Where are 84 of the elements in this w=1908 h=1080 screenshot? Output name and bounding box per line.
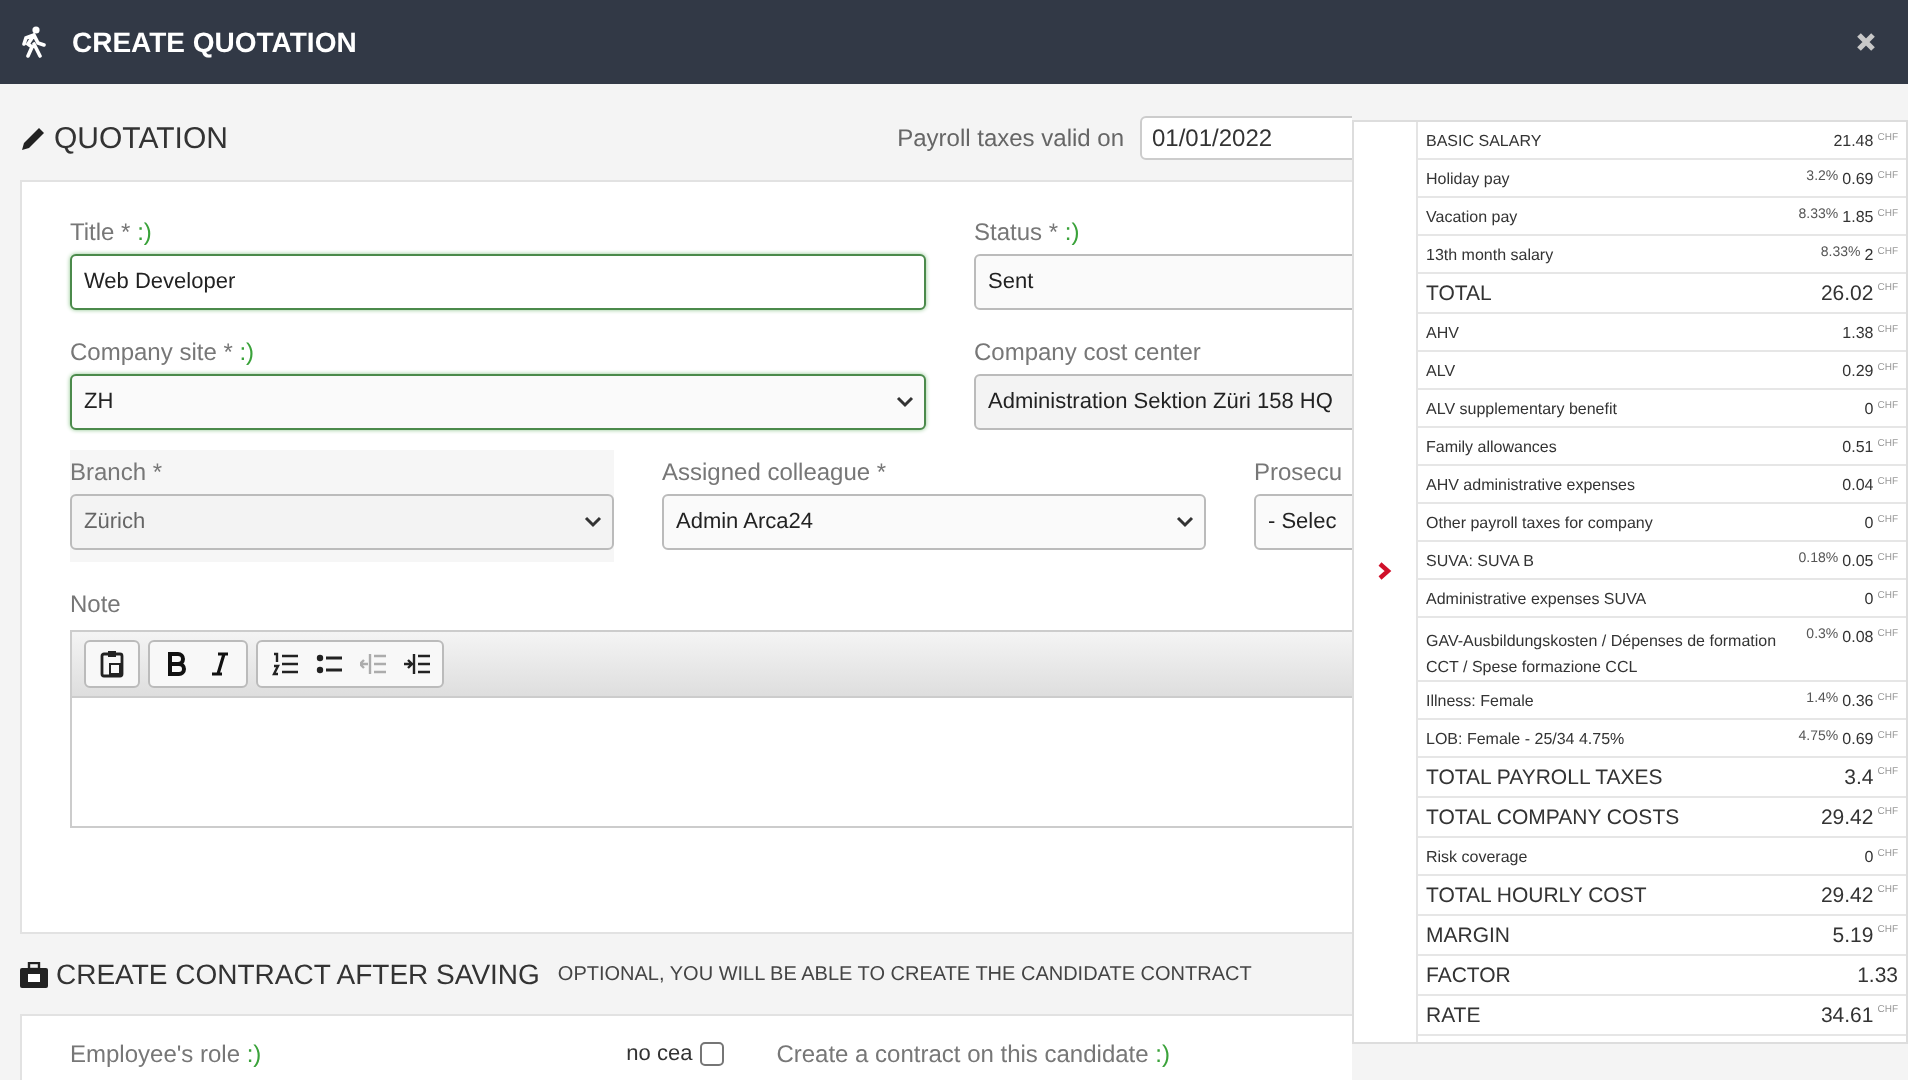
cost-label: Other payroll taxes for company: [1426, 514, 1655, 532]
briefcase-icon: [20, 961, 48, 987]
cost-value: 0: [1864, 848, 1874, 866]
cost-value: 2: [1864, 246, 1874, 264]
bullet-list-icon: [315, 652, 341, 676]
select-field[interactable]: Sent: [974, 254, 1352, 310]
cost-value: 0.69: [1842, 170, 1874, 188]
cost-label: SUVA: SUVA B: [1426, 552, 1536, 570]
cost-value: 0.36: [1842, 692, 1874, 710]
chevron-down-icon: [584, 516, 602, 528]
chevron-down-icon: [896, 396, 914, 408]
cost-label: ALV: [1426, 362, 1458, 380]
field-label: Note: [70, 590, 121, 618]
section-title: QUOTATION: [54, 121, 228, 155]
paste-icon: [100, 650, 124, 678]
cost-value: 26.02: [1820, 282, 1874, 306]
cost-label: AHV: [1426, 324, 1461, 342]
bold-icon: [166, 652, 186, 676]
outdent-icon: [359, 652, 385, 676]
cost-label: LOB: Female - 25/34 4.75%: [1426, 730, 1627, 748]
field-label: Create a contract on this candidate :): [776, 1040, 1170, 1068]
cost-value: 0.04: [1842, 476, 1874, 494]
payroll-date-label: Payroll taxes valid on: [897, 124, 1124, 152]
select-field[interactable]: ZH: [70, 374, 926, 430]
section-subtitle: OPTIONAL, YOU WILL BE ABLE TO CREATE THE CANDIDATE CONTRACT: [557, 963, 1252, 985]
cost-value: 29.42: [1820, 884, 1874, 908]
italic-icon: [210, 652, 230, 676]
cost-value: 0: [1864, 514, 1874, 532]
select-field[interactable]: Admin Arca24: [662, 494, 1206, 550]
field-label: Company site * :): [70, 338, 257, 366]
cost-label: RATE: [1426, 1004, 1483, 1028]
cost-label: GAV-Ausbildungskosten / Dépenses de formation CCT / Spese formazione CCL: [1426, 630, 1779, 680]
chevron-right-icon[interactable]: [1378, 562, 1392, 580]
checkbox[interactable]: [700, 1042, 725, 1066]
field-label: Status * :): [974, 218, 1082, 246]
field-label: Branch *: [70, 458, 165, 486]
cost-value: 0: [1864, 590, 1874, 608]
pencil-icon: [20, 125, 46, 151]
field-label: Assigned colleague *: [662, 458, 889, 486]
cost-label: BASIC SALARY: [1426, 132, 1544, 150]
indent-icon: [403, 652, 429, 676]
cost-value: 34.61: [1820, 1004, 1874, 1028]
cost-value: 5.19: [1832, 924, 1874, 948]
cost-label: TOTAL COMPANY COSTS: [1426, 806, 1682, 830]
cost-value: 0.08: [1842, 628, 1874, 646]
field-label: Title * :): [70, 218, 154, 246]
cost-label: TOTAL: [1426, 282, 1494, 306]
select-field[interactable]: - Selec: [1254, 494, 1352, 550]
cost-label: Family allowances: [1426, 438, 1559, 456]
cost-value: 0.69: [1842, 730, 1874, 748]
cost-value: 0: [1864, 400, 1874, 418]
numbered-list-icon: [271, 652, 297, 676]
cost-label: Vacation pay: [1426, 208, 1520, 226]
cost-label: TOTAL PAYROLL TAXES: [1426, 766, 1665, 790]
close-icon: [1856, 32, 1876, 52]
chevron-down-icon: [1176, 516, 1194, 528]
cost-value: 3.4: [1844, 766, 1874, 790]
cost-value: 0.05: [1842, 552, 1874, 570]
date-field[interactable]: 01/01/2022: [1140, 116, 1352, 160]
cost-label: AHV administrative expenses: [1426, 476, 1637, 494]
cost-value: 1.33: [1857, 964, 1898, 988]
cost-label: FACTOR: [1426, 964, 1513, 988]
cost-label: Administrative expenses SUVA: [1426, 590, 1649, 608]
cost-label: TOTAL HOURLY COST: [1426, 884, 1649, 908]
field-label: Prosecu: [1254, 458, 1345, 486]
cost-value: 1.38: [1842, 324, 1874, 342]
input-field[interactable]: Web Developer: [70, 254, 926, 310]
cost-label: Holiday pay: [1426, 170, 1512, 188]
cost-value: 0.29: [1842, 362, 1874, 380]
cost-label: Risk coverage: [1426, 848, 1530, 866]
cost-label: MARGIN: [1426, 924, 1512, 948]
field-label: Company cost center: [974, 338, 1203, 366]
cost-label: ALV supplementary benefit: [1426, 400, 1619, 418]
checkbox-label: no cea: [626, 1042, 693, 1066]
cost-label: 13th month salary: [1426, 246, 1556, 264]
window-title: CREATE QUOTATION: [72, 26, 359, 58]
cost-value: 29.42: [1820, 806, 1874, 830]
walking-person-icon: [20, 26, 48, 58]
field-label: Employee's role :): [70, 1040, 262, 1068]
cost-value: 1.85: [1842, 208, 1874, 226]
cost-label: Illness: Female: [1426, 692, 1536, 710]
cost-value: 21.48: [1833, 132, 1874, 150]
section-title: CREATE CONTRACT AFTER SAVING: [56, 958, 540, 990]
cost-value: 0.51: [1842, 438, 1874, 456]
